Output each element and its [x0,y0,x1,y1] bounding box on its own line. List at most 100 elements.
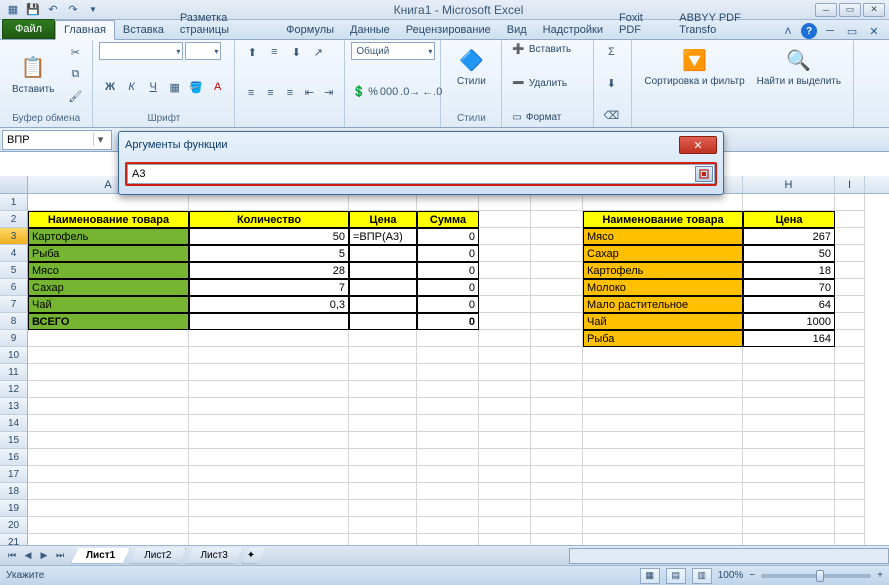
inc-decimal-button[interactable]: .0→ [399,82,421,102]
zoom-out-button[interactable]: − [749,570,755,581]
font-name-combo[interactable] [99,42,183,60]
dialog-input-wrap [125,162,717,186]
select-all-corner[interactable] [0,176,28,193]
save-icon[interactable]: 💾 [24,2,42,18]
function-arguments-dialog[interactable]: Аргументы функции ✕ [118,131,724,195]
percent-button[interactable]: % [367,82,379,102]
align-left-button[interactable]: ≡ [241,83,260,103]
row-header[interactable]: 2 [0,211,28,228]
underline-button[interactable]: Ч [142,77,164,97]
paste-button[interactable]: 📋 Вставить [6,50,60,99]
tab-insert[interactable]: Вставка [115,21,172,39]
new-sheet-button[interactable]: ✦ [242,548,266,564]
minimize-ribbon-icon[interactable]: ᐱ [779,23,797,39]
tab-addins[interactable]: Надстройки [535,21,611,39]
doc-restore-icon[interactable]: ▭ [843,23,861,39]
comma-button[interactable]: 000 [379,82,399,102]
align-right-button[interactable]: ≡ [280,83,299,103]
tab-data[interactable]: Данные [342,21,398,39]
tab-formulas[interactable]: Формулы [278,21,342,39]
fill-button[interactable]: ⬇ [600,74,622,94]
align-bottom-button[interactable]: ⬇ [285,42,307,62]
insert-cells-button[interactable]: ➕Вставить [508,42,587,57]
doc-minimize-icon[interactable]: ─ [821,23,839,39]
bold-button[interactable]: Ж [99,77,121,97]
name-box-dropdown-icon[interactable]: ▾ [93,133,107,146]
tab-abbyy[interactable]: ABBYY PDF Transfo [671,9,779,39]
col-header-I[interactable]: I [835,176,865,193]
tab-page-layout[interactable]: Разметка страницы [172,9,278,39]
cut-button[interactable]: ✂ [64,42,86,62]
tab-view[interactable]: Вид [499,21,535,39]
insert-icon: ➕ [512,44,524,55]
number-format-combo[interactable]: Общий [351,42,435,60]
tab-nav-last[interactable]: ⏭ [52,548,68,564]
grid-body[interactable]: 1 2 Наименование товара Количество Цена … [0,194,889,545]
minimize-button[interactable]: ─ [815,3,837,17]
tab-nav-prev[interactable]: ◀ [20,548,36,564]
range-input[interactable] [127,164,715,184]
qat-customize-icon[interactable]: ▼ [84,2,102,18]
page-break-view-button[interactable]: ▥ [692,568,712,584]
col-header-H[interactable]: H [743,176,835,193]
excel-icon[interactable]: ▦ [4,2,22,18]
paste-label: Вставить [12,84,54,95]
tab-foxit[interactable]: Foxit PDF [611,9,671,39]
dialog-close-button[interactable]: ✕ [679,136,717,154]
currency-button[interactable]: 💲 [351,82,367,102]
page-layout-view-button[interactable]: ▤ [666,568,686,584]
cell[interactable] [28,194,189,211]
fill-color-button[interactable]: 🪣 [185,77,207,97]
cell-selected[interactable]: Картофель [28,228,189,245]
styles-group-label: Стили [447,112,495,125]
zoom-in-button[interactable]: + [877,570,883,581]
dec-decimal-button[interactable]: ←.0 [421,82,443,102]
align-center-button[interactable]: ≡ [261,83,280,103]
expand-range-button[interactable] [695,166,713,182]
format-cells-button[interactable]: ▭Формат [508,110,587,125]
zoom-thumb[interactable] [816,570,824,582]
sheet-tab[interactable]: Лист1 [71,548,130,564]
cell[interactable]: Наименование товара [28,211,189,228]
italic-button[interactable]: К [121,77,143,97]
name-box[interactable]: ВПР ▾ [2,130,112,150]
doc-close-icon[interactable]: ✕ [865,23,883,39]
border-button[interactable]: ▦ [164,77,186,97]
horizontal-scrollbar[interactable] [569,548,889,564]
sheet-tab[interactable]: Лист3 [185,548,242,564]
maximize-button[interactable]: ▭ [839,3,861,17]
file-tab[interactable]: Файл [2,19,55,39]
dialog-titlebar[interactable]: Аргументы функции ✕ [119,132,723,158]
row-header[interactable]: 3 [0,228,28,245]
find-select-button[interactable]: 🔍 Найти и выделить [751,42,847,91]
tab-home[interactable]: Главная [55,20,115,40]
close-button[interactable]: ✕ [863,3,885,17]
undo-icon[interactable]: ↶ [44,2,62,18]
clear-button[interactable]: ⌫ [600,105,622,125]
format-painter-button[interactable]: 🖌 [64,86,86,106]
styles-button[interactable]: 🔷 Стили [447,42,495,91]
group-styles: 🔷 Стили Стили [441,40,502,127]
tab-nav-next[interactable]: ▶ [36,548,52,564]
font-size-combo[interactable] [185,42,221,60]
normal-view-button[interactable]: ▦ [640,568,660,584]
alignment-group-label [241,123,338,125]
indent-inc-button[interactable]: ⇥ [319,83,338,103]
row-header[interactable]: 1 [0,194,28,211]
orientation-button[interactable]: ↗ [307,42,329,62]
help-icon[interactable]: ? [801,23,817,39]
sheet-tab[interactable]: Лист2 [129,548,186,564]
align-middle-button[interactable]: ≡ [263,42,285,62]
indent-dec-button[interactable]: ⇤ [300,83,319,103]
autosum-button[interactable]: Σ [600,42,622,62]
tab-review[interactable]: Рецензирование [398,21,499,39]
font-color-button[interactable]: A [207,77,229,97]
sort-filter-button[interactable]: 🔽 Сортировка и фильтр [638,42,750,91]
delete-cells-button[interactable]: ➖Удалить [508,76,587,91]
tab-nav-first[interactable]: ⏮ [4,548,20,564]
clipboard-group-label: Буфер обмена [6,112,86,125]
copy-button[interactable]: ⧉ [64,64,86,84]
redo-icon[interactable]: ↷ [64,2,82,18]
zoom-slider[interactable] [761,574,871,578]
align-top-button[interactable]: ⬆ [241,42,263,62]
